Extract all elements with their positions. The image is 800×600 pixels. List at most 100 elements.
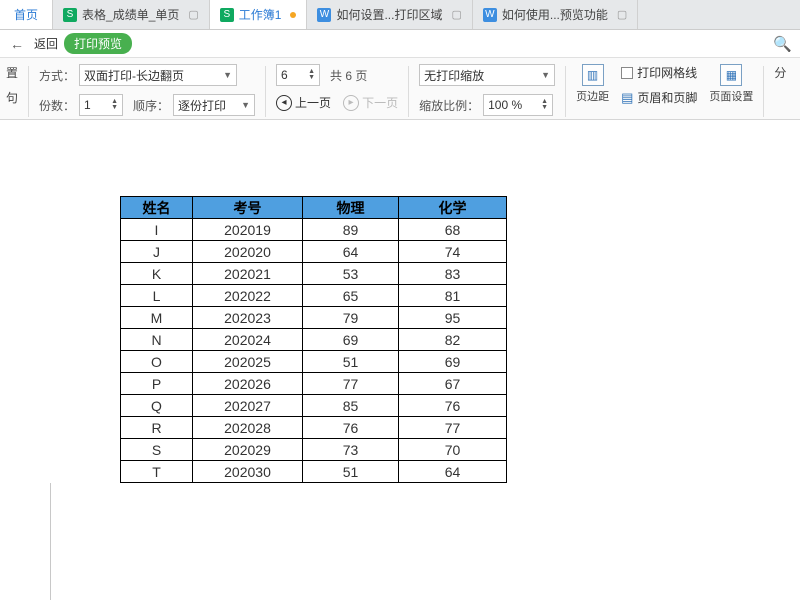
table-cell: 202023 xyxy=(193,307,303,329)
order-select[interactable]: 逐份打印 ▼ xyxy=(173,94,255,116)
doc-icon: W xyxy=(483,8,497,22)
table-cell: 81 xyxy=(399,285,507,307)
table-cell: 95 xyxy=(399,307,507,329)
tab-doc-3[interactable]: W 如何使用...预览功能 ▢ xyxy=(473,0,638,29)
table-cell: 68 xyxy=(399,219,507,241)
table-cell: 64 xyxy=(399,461,507,483)
table-cell: 51 xyxy=(303,461,399,483)
table-cell: 202027 xyxy=(193,395,303,417)
table-row: P2020267767 xyxy=(121,373,507,395)
next-page-button[interactable]: ▸ 下一页 xyxy=(343,94,398,111)
table-cell: 73 xyxy=(303,439,399,461)
table-row: K2020215383 xyxy=(121,263,507,285)
gridlines-checkbox[interactable]: 打印网格线 xyxy=(621,64,697,81)
doc-icon: S xyxy=(63,8,77,22)
tab-label: 表格_成绩单_单页 xyxy=(82,6,179,23)
table-cell: 77 xyxy=(399,417,507,439)
table-cell: 82 xyxy=(399,329,507,351)
table-row: N2020246982 xyxy=(121,329,507,351)
next-label: 下一页 xyxy=(362,94,398,111)
header-footer-label: 页眉和页脚 xyxy=(637,89,697,106)
table-cell: 76 xyxy=(399,395,507,417)
page-setup-icon: ▦ xyxy=(720,64,742,86)
table-cell: 65 xyxy=(303,285,399,307)
truncated-right: 分 xyxy=(774,64,786,81)
order-label: 顺序： xyxy=(133,97,169,114)
back-label[interactable]: 返回 xyxy=(34,35,58,52)
margins-label: 页边距 xyxy=(576,88,609,104)
table-cell: 202020 xyxy=(193,241,303,263)
tab-home[interactable]: 首页 xyxy=(0,0,53,29)
table-cell: N xyxy=(121,329,193,351)
tab-doc-1[interactable]: S 工作簿1 xyxy=(210,0,308,29)
tab-doc-2[interactable]: W如何设置...打印区域▢ xyxy=(307,0,472,29)
table-row: J2020206474 xyxy=(121,241,507,263)
table-cell: 69 xyxy=(399,351,507,373)
preview-area: 姓名考号物理化学 I2020198968J2020206474K20202153… xyxy=(0,120,800,600)
table-cell: 69 xyxy=(303,329,399,351)
page-sheet: 姓名考号物理化学 I2020198968J2020206474K20202153… xyxy=(50,120,577,483)
tab-label: 工作簿1 xyxy=(239,6,282,23)
mode-value: 双面打印-长边翻页 xyxy=(84,67,184,84)
table-cell: 202024 xyxy=(193,329,303,351)
table-cell: S xyxy=(121,439,193,461)
table-row: O2020255169 xyxy=(121,351,507,373)
col-header: 物理 xyxy=(303,197,399,219)
mode-label: 方式： xyxy=(39,67,75,84)
table-cell: M xyxy=(121,307,193,329)
chevron-down-icon: ▼ xyxy=(241,100,250,110)
doc-icon: W xyxy=(317,8,331,22)
return-bar: ← 返回 打印预览 🔍 xyxy=(0,30,800,58)
order-value: 逐份打印 xyxy=(178,97,226,114)
tab-label: 如何设置...打印区域 xyxy=(336,6,442,23)
search-icon[interactable]: 🔍 xyxy=(773,35,794,53)
zoom-value: 无打印缩放 xyxy=(424,67,484,84)
table-cell: O xyxy=(121,351,193,373)
col-header: 考号 xyxy=(193,197,303,219)
zoom-ratio-value: 100 % xyxy=(488,98,522,112)
page-value: 6 xyxy=(281,68,288,82)
table-cell: 202019 xyxy=(193,219,303,241)
table-cell: P xyxy=(121,373,193,395)
table-cell: 79 xyxy=(303,307,399,329)
tab-doc-0[interactable]: S 表格_成绩单_单页 ▢ xyxy=(53,0,210,29)
print-preview-pill: 打印预览 xyxy=(64,33,132,54)
zoom-ratio-input[interactable]: 100 % ▲▼ xyxy=(483,94,553,116)
table-cell: 64 xyxy=(303,241,399,263)
page-setup-button[interactable]: ▦ 页面设置 xyxy=(703,64,759,104)
table-cell: Q xyxy=(121,395,193,417)
page-input[interactable]: 6 ▲▼ xyxy=(276,64,320,86)
table-cell: 202026 xyxy=(193,373,303,395)
margins-button[interactable]: ▥ 页边距 xyxy=(570,64,615,104)
tab-label: 如何使用...预览功能 xyxy=(502,6,608,23)
table-cell: 202029 xyxy=(193,439,303,461)
zoom-select[interactable]: 无打印缩放 ▼ xyxy=(419,64,555,86)
modified-dot-icon xyxy=(290,12,296,18)
toolbar: 置 句 方式： 双面打印-长边翻页 ▼ 份数： 1 ▲▼ 顺序： 逐份打印 ▼ xyxy=(0,58,800,120)
table-cell: 202030 xyxy=(193,461,303,483)
window-icon: ▢ xyxy=(617,8,627,21)
table-cell: 77 xyxy=(303,373,399,395)
header-footer-button[interactable]: ▤ 页眉和页脚 xyxy=(621,89,697,106)
table-cell: 74 xyxy=(399,241,507,263)
doc-icon: S xyxy=(220,8,234,22)
margins-icon: ▥ xyxy=(582,64,604,86)
table-cell: 83 xyxy=(399,263,507,285)
arrow-left-icon: ◂ xyxy=(276,95,292,111)
table-cell: J xyxy=(121,241,193,263)
arrow-right-icon: ▸ xyxy=(343,95,359,111)
prev-page-button[interactable]: ◂ 上一页 xyxy=(276,94,331,111)
table-cell: 67 xyxy=(399,373,507,395)
checkbox-icon xyxy=(621,67,633,79)
table-cell: 70 xyxy=(399,439,507,461)
back-arrow-icon[interactable]: ← xyxy=(6,36,28,52)
copies-label: 份数： xyxy=(39,97,75,114)
copies-value: 1 xyxy=(84,98,91,112)
table-row: L2020226581 xyxy=(121,285,507,307)
copies-input[interactable]: 1 ▲▼ xyxy=(79,94,123,116)
table-row: R2020287677 xyxy=(121,417,507,439)
window-icon: ▢ xyxy=(188,8,198,21)
table-cell: R xyxy=(121,417,193,439)
spinner-icon: ▲▼ xyxy=(111,99,118,111)
mode-select[interactable]: 双面打印-长边翻页 ▼ xyxy=(79,64,237,86)
